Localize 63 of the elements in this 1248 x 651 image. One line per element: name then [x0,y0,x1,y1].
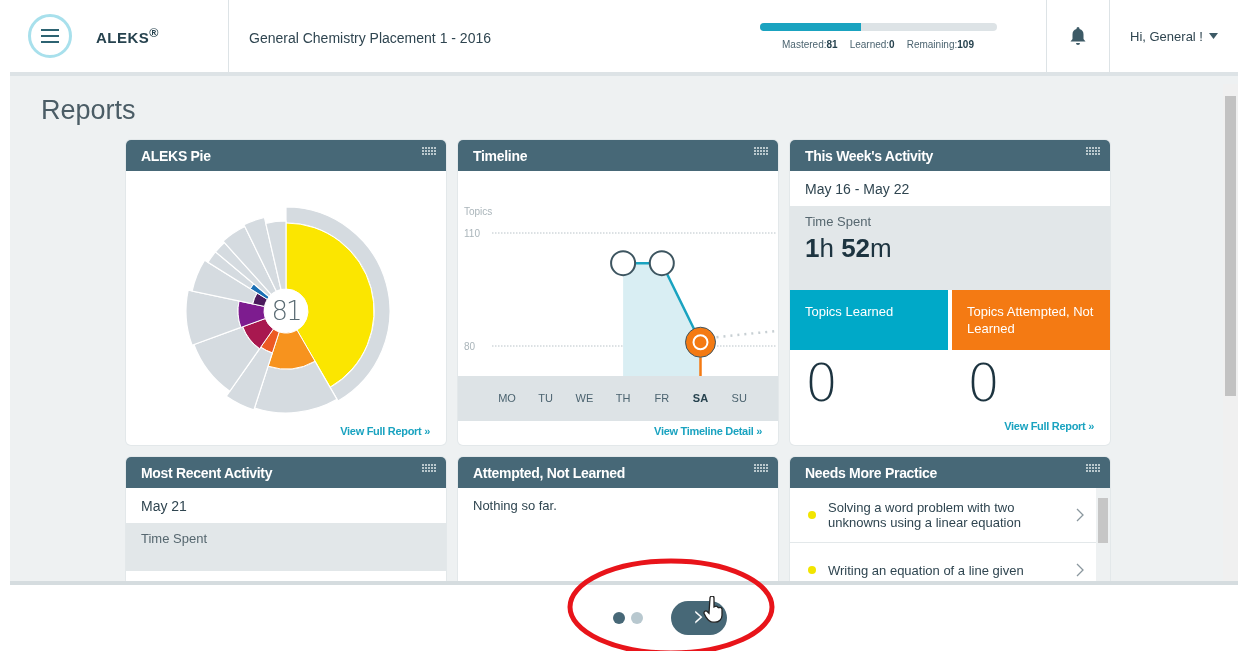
activity-date: May 21 [140,496,188,516]
grip-icon[interactable] [422,147,436,155]
today-marker-line [699,357,702,376]
stat-value: 109 [957,38,974,50]
day-label: FR [654,392,670,404]
view-timeline-detail-link[interactable]: View Timeline Detail » [654,425,762,437]
day-label: SA [692,392,709,404]
card-title: Needs More Practice [805,464,938,481]
hand-cursor-icon [703,596,725,624]
menu-icon [40,28,60,44]
grip-icon[interactable] [422,464,436,472]
data-point [610,250,637,277]
tile-count: 0 [804,352,840,415]
card-title: Timeline [473,147,528,164]
caret-icon [1209,33,1218,39]
view-full-report-link[interactable]: View Full Report » [1004,420,1094,432]
view-full-report-link[interactable]: View Full Report » [340,425,430,437]
time-spent-value: 1h 52m [805,233,893,264]
page-dot[interactable] [631,612,643,624]
grip-icon[interactable] [1086,464,1100,472]
chevron-icon [1076,563,1084,577]
day-label: TH [615,392,631,404]
menu-button[interactable] [28,14,72,58]
time-spent-label: Time Spent [141,531,208,546]
data-point [648,250,675,277]
card-title: This Week's Activity [805,147,934,164]
card-title: ALEKS Pie [141,147,211,164]
time-spent-label: Time Spent [805,214,872,229]
stat-value: 0 [889,38,895,50]
grip-icon[interactable] [754,464,768,472]
day-label: WE [575,392,594,404]
stat-label: Mastered: [782,38,827,50]
pie-center-count: 81 [271,296,301,326]
stat-value: 81 [826,38,838,50]
tile-header: Topics Learned [790,290,948,350]
grip-icon[interactable] [754,147,768,155]
day-label: MO [498,392,516,404]
stat-label: Learned: [849,38,890,50]
practice-topic: Solving a word problem with two unknowns using a linear equation [828,500,1022,530]
practice-topic: Writing an equation of a line given [828,562,1025,578]
stat-label: Remaining: [906,38,958,50]
projection-line [716,329,777,339]
tile-count: 0 [966,352,1002,415]
chevron-icon [1076,508,1084,522]
axis-label: Topics [464,206,493,217]
tile-header: Topics Attempted, Not Learned [952,290,1110,350]
empty-message: Nothing so far. [473,498,558,513]
day-label: SU [731,392,747,404]
card-title: Attempted, Not Learned [473,464,626,481]
course-title: General Chemistry Placement 1 - 2016 [248,29,492,48]
current-point [685,326,716,358]
axis-tick: 80 [464,341,476,352]
page-title: Reports [41,95,137,126]
logo: ALEKS$^{®}$ [96,26,160,46]
axis-tick: 110 [464,228,480,239]
grip-icon[interactable] [1086,147,1100,155]
page-dot[interactable] [613,612,625,624]
card-title: Most Recent Activity [141,464,273,481]
date-range: May 16 - May 22 [804,179,911,199]
day-label: TU [538,392,554,404]
bell-icon[interactable] [1069,26,1087,46]
user-menu[interactable]: Hi, General ! [1110,0,1238,72]
scrollbar[interactable] [1096,488,1110,581]
